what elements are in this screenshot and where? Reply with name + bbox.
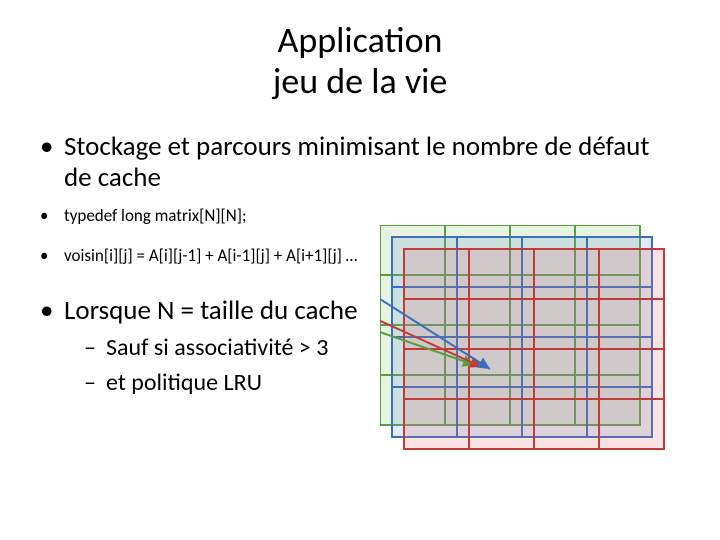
bullet-item: voisin[i][j] = A[i][j-1] + A[i-1][j] + A…	[40, 245, 680, 267]
sub-item: Sauf si associativité > 3	[64, 332, 680, 363]
sub-list: Sauf si associativité > 3 et politique L…	[64, 332, 680, 398]
bullet-text: Stockage et parcours minimisant le nombr…	[64, 130, 649, 194]
title-line-2: jeu de la vie	[273, 59, 448, 103]
bullet-item: Lorsque N = taille du cache Sauf si asso…	[40, 295, 680, 398]
slide-title: Application jeu de la vie	[40, 20, 680, 103]
sub-text: Sauf si associativité > 3	[106, 333, 328, 362]
bullet-list: Stockage et parcours minimisant le nombr…	[40, 131, 680, 399]
bullet-text: typedef long matrix[N][N];	[64, 205, 247, 226]
title-line-1: Application	[278, 18, 443, 62]
slide: Application jeu de la vie Stockage et pa…	[0, 0, 720, 540]
bullet-item: Stockage et parcours minimisant le nombr…	[40, 131, 680, 193]
bullet-item: typedef long matrix[N][N];	[40, 205, 680, 227]
sub-item: et politique LRU	[64, 367, 680, 398]
bullet-text: Lorsque N = taille du cache	[64, 294, 358, 327]
sub-text: et politique LRU	[106, 368, 262, 397]
bullet-text: voisin[i][j] = A[i][j-1] + A[i-1][j] + A…	[64, 245, 357, 266]
